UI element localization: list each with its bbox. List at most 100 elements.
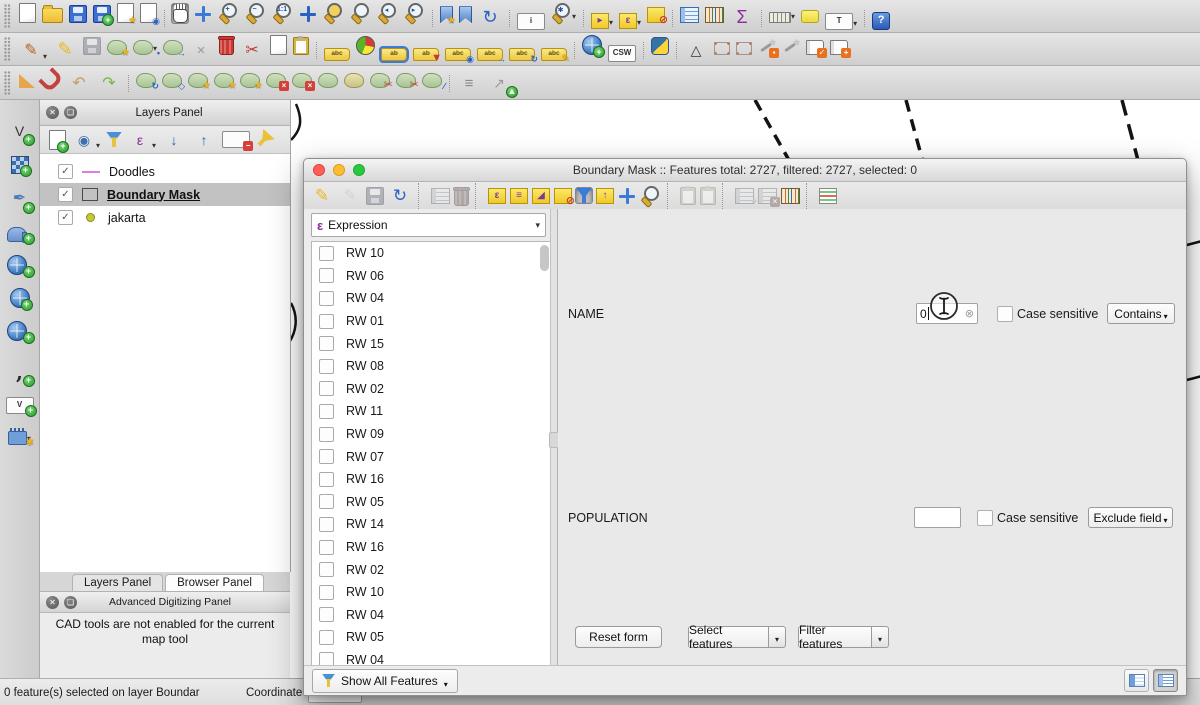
- pane-splitter[interactable]: [550, 209, 558, 666]
- layer-item-jakarta[interactable]: ✓jakarta: [40, 206, 290, 229]
- feature-checkbox[interactable]: [319, 314, 334, 329]
- reload-table-button[interactable]: ↻: [387, 183, 413, 209]
- delete-ring-button[interactable]: ×: [265, 72, 287, 89]
- zoom-to-selection-button[interactable]: [639, 184, 662, 207]
- feature-checkbox[interactable]: [319, 291, 334, 306]
- feature-list-item[interactable]: RW 07: [312, 445, 550, 468]
- population-operator-dropdown[interactable]: Exclude field▾: [1088, 507, 1173, 528]
- add-ring-button[interactable]: ★: [187, 72, 209, 89]
- add-spatialite-layer-button[interactable]: ✒+: [7, 186, 33, 212]
- reshape-features-button[interactable]: ×: [188, 38, 214, 64]
- save-project-as-button[interactable]: +: [92, 4, 112, 24]
- label-abc-rotate-button[interactable]: abc↻: [508, 47, 536, 62]
- show-bookmarks-button[interactable]: [458, 5, 473, 24]
- feature-list-item[interactable]: RW 04: [312, 604, 550, 627]
- rotate-feature-button[interactable]: ↻: [135, 72, 157, 89]
- population-filter-input[interactable]: [914, 507, 961, 528]
- select-features-button[interactable]: Select features: [688, 626, 769, 648]
- float-panel-icon[interactable]: ❏: [64, 596, 77, 609]
- split-features-button[interactable]: ✂: [369, 72, 391, 89]
- select-by-expression-button[interactable]: ε▾: [618, 12, 642, 30]
- map-themes-button[interactable]: +: [48, 129, 67, 151]
- toolbar-grip[interactable]: [4, 37, 11, 61]
- feature-checkbox[interactable]: [319, 585, 334, 600]
- open-attribute-table-button[interactable]: [679, 6, 700, 24]
- table-view-button[interactable]: [1124, 669, 1149, 692]
- add-feature-button[interactable]: ★: [106, 39, 128, 56]
- style-book-check-button[interactable]: ✓: [805, 39, 825, 56]
- csw-catalog-button[interactable]: CSW: [607, 44, 637, 63]
- layer-visibility-checkbox[interactable]: ✓: [58, 210, 73, 225]
- label-ab-pin-button[interactable]: ab▼: [412, 47, 440, 62]
- redo-button[interactable]: ↷: [96, 71, 122, 97]
- select-annotation-button[interactable]: [713, 41, 731, 56]
- feature-list-item[interactable]: RW 05: [312, 626, 550, 649]
- multiedit-button[interactable]: ✎: [337, 183, 363, 209]
- feature-checkbox[interactable]: [319, 449, 334, 464]
- feature-checkbox[interactable]: [319, 246, 334, 261]
- manage-visibility-button[interactable]: ◉▾: [71, 127, 101, 153]
- text-annotation-button[interactable]: T▾: [824, 12, 858, 31]
- toggle-editing-button[interactable]: ✎: [52, 36, 78, 62]
- feature-list-item[interactable]: RW 10: [312, 242, 550, 265]
- close-panel-icon[interactable]: ✕: [46, 596, 59, 609]
- deselect-all-button[interactable]: ⊘: [553, 187, 573, 205]
- feature-checkbox[interactable]: [319, 359, 334, 374]
- add-oracle-layer-button[interactable]: +▾: [6, 254, 32, 276]
- select-by-expression-button[interactable]: ε: [487, 187, 507, 205]
- map-tips-button[interactable]: [800, 9, 820, 28]
- label-abc-show-button[interactable]: abc◉: [444, 47, 472, 62]
- layer-item-doodles[interactable]: ✓Doodles: [40, 160, 290, 183]
- undo-button[interactable]: ↶: [66, 71, 92, 97]
- deselect-all-button[interactable]: ⊘: [646, 6, 666, 24]
- field-calculator-button[interactable]: [780, 187, 801, 205]
- filter-by-expression-button[interactable]: ε▾: [127, 127, 157, 153]
- remove-layer-button[interactable]: −: [221, 130, 251, 149]
- save-edits-button[interactable]: [365, 186, 385, 206]
- statistics-button[interactable]: Σ: [729, 4, 755, 30]
- paste-features-button[interactable]: [699, 186, 717, 206]
- feature-checkbox[interactable]: [319, 472, 334, 487]
- style-wand-button[interactable]: [781, 38, 801, 56]
- feature-list-item[interactable]: RW 10: [312, 581, 550, 604]
- feature-list-item[interactable]: RW 09: [312, 423, 550, 446]
- tab-layers-panel[interactable]: Layers Panel: [72, 574, 163, 591]
- simplify-feature-button[interactable]: ◇: [161, 72, 183, 89]
- zoom-last-button[interactable]: ◂: [376, 1, 399, 24]
- label-abc-edit-button[interactable]: abc✎: [540, 47, 568, 62]
- select-features-dropdown[interactable]: ▾: [769, 626, 786, 648]
- label-abc-button[interactable]: abc: [323, 47, 351, 62]
- new-project-button[interactable]: [18, 2, 37, 24]
- pan-to-selection-button[interactable]: [617, 186, 637, 206]
- filter-form-view-button[interactable]: [575, 187, 593, 204]
- select-features-button[interactable]: ▸▾: [590, 12, 614, 30]
- snapping-options-button[interactable]: [40, 69, 62, 89]
- add-part-button[interactable]: ★: [213, 72, 235, 89]
- metasearch-button[interactable]: +: [581, 34, 603, 56]
- filter-features-dropdown[interactable]: ▾: [872, 626, 889, 648]
- add-virtual-layer-button[interactable]: ✱▾: [7, 426, 32, 446]
- minimize-window-icon[interactable]: [333, 164, 345, 176]
- tab-browser-panel[interactable]: Browser Panel: [165, 574, 264, 591]
- feature-list-item[interactable]: RW 04: [312, 649, 550, 666]
- composer-manager-button[interactable]: ◉: [139, 2, 158, 24]
- add-postgis-layer-button[interactable]: +▾: [6, 223, 32, 243]
- merge-features-button[interactable]: ∕: [421, 72, 443, 89]
- identify-features-button[interactable]: i: [516, 12, 546, 31]
- zoom-next-button[interactable]: ▸: [403, 1, 426, 24]
- scale-annotation-button[interactable]: [735, 41, 753, 56]
- copy-selected-button[interactable]: [679, 186, 697, 206]
- feature-checkbox[interactable]: [319, 652, 334, 666]
- expression-combobox[interactable]: ε Expression ▾: [311, 213, 546, 237]
- feature-list-item[interactable]: RW 02: [312, 378, 550, 401]
- add-delimited-text-button[interactable]: ,+: [7, 353, 33, 385]
- add-wms-layer-button[interactable]: +: [9, 287, 31, 309]
- zoom-window-icon[interactable]: [353, 164, 365, 176]
- feature-list-item[interactable]: RW 08: [312, 355, 550, 378]
- reset-form-button[interactable]: Reset form: [575, 626, 662, 648]
- open-project-button[interactable]: [41, 3, 64, 24]
- cut-features-button[interactable]: ✂: [239, 38, 265, 64]
- offset-curve-button[interactable]: [317, 72, 339, 89]
- north-arrow-button[interactable]: △: [683, 37, 709, 63]
- merge-attributes-button[interactable]: ≡: [456, 70, 482, 96]
